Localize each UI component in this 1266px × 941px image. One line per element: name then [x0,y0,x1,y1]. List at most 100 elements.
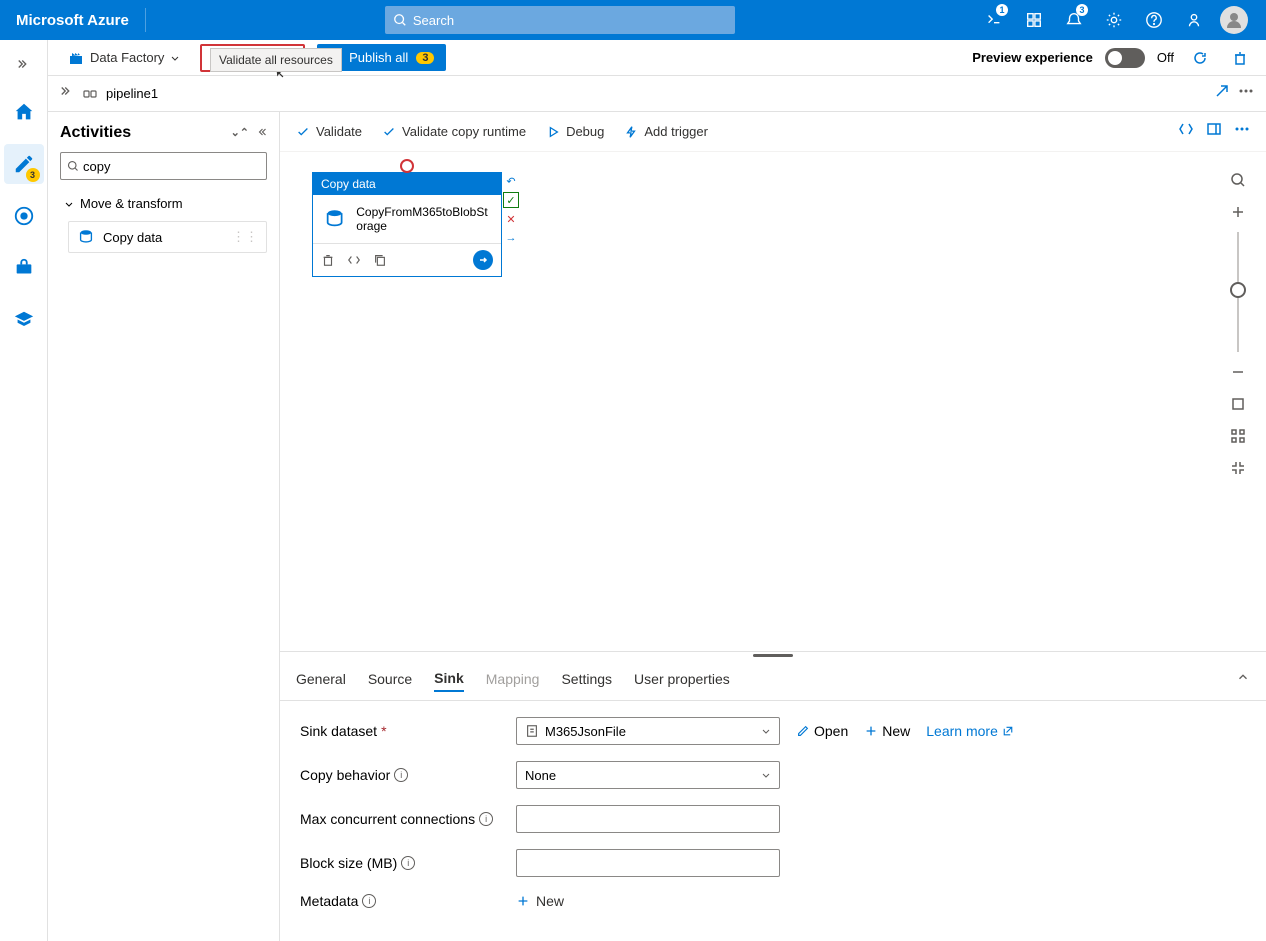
debug-button[interactable]: Debug [546,124,604,139]
block-size-label: Block size (MB) [300,855,397,871]
activity-group-move-transform[interactable]: Move & transform [60,190,267,217]
canvas-search-icon[interactable] [1222,164,1254,196]
breadcrumb-expand-icon[interactable] [60,84,74,103]
global-search-input[interactable]: Search [385,6,735,34]
node-top-connector[interactable] [400,159,414,173]
account-avatar[interactable] [1214,0,1254,40]
feedback-icon[interactable] [1174,0,1214,40]
clone-icon[interactable] [373,253,387,267]
tab-settings[interactable]: Settings [561,667,612,691]
tab-mapping[interactable]: Mapping [486,667,540,691]
rail-learn[interactable] [4,300,44,340]
publish-badge: 3 [416,52,434,64]
settings-icon[interactable] [1094,0,1134,40]
code-icon[interactable] [347,253,361,267]
metadata-label: Metadata [300,893,358,909]
resource-switcher[interactable]: Data Factory [60,46,188,70]
expand-all-icon[interactable]: ⌄⌃ [231,126,249,141]
zoom-in-icon[interactable] [1222,196,1254,228]
sink-dataset-label: Sink dataset [300,723,377,739]
minimize-icon[interactable] [1222,452,1254,484]
node-output-connector[interactable] [473,250,493,270]
info-icon[interactable]: i [401,856,415,870]
brand-label: Microsoft Azure [0,12,145,29]
chevron-down-icon [761,770,771,780]
plus-icon [516,894,530,908]
zoom-fit-icon[interactable] [1222,388,1254,420]
activity-node-copy[interactable]: Copy data CopyFromM365toBlobStorage [312,172,502,277]
node-success-icon: ✓ [503,192,519,208]
activities-search-input[interactable] [60,152,267,180]
add-trigger-button[interactable]: Add trigger [624,124,708,139]
search-icon [393,13,407,27]
layout-icon[interactable] [1222,420,1254,452]
learn-more-link[interactable]: Learn more [926,723,1014,739]
discard-button[interactable] [1226,44,1254,72]
search-placeholder: Search [413,13,454,28]
metadata-new-button[interactable]: New [516,893,564,909]
zoom-slider[interactable] [1237,232,1239,352]
factory-icon [68,50,84,66]
info-icon[interactable]: i [362,894,376,908]
chevron-down-icon [170,53,180,63]
validate-all-tooltip: Validate all resources [210,48,342,72]
activity-copy-data[interactable]: Copy data ⋮⋮ [68,221,267,253]
plus-icon [864,724,878,738]
more-icon[interactable] [1238,83,1254,104]
activities-title: Activities [60,124,131,142]
fullscreen-icon[interactable] [1214,83,1230,104]
rail-monitor[interactable] [4,196,44,236]
block-size-input[interactable] [516,849,780,877]
badge: 3 [1076,4,1088,16]
collapse-panel-icon[interactable] [255,126,267,141]
cloud-shell-icon[interactable]: 1 [974,0,1014,40]
copy-behavior-label: Copy behavior [300,767,390,783]
preview-state: Off [1157,50,1174,65]
more-icon[interactable] [1234,121,1250,142]
node-header: Copy data [313,173,501,195]
code-icon[interactable] [1178,121,1194,142]
edit-icon [796,724,810,738]
tab-general[interactable]: General [296,667,346,691]
validate-button[interactable]: Validate [296,124,362,139]
delete-icon[interactable] [321,253,335,267]
rail-expand-icon[interactable] [8,48,40,80]
properties-icon[interactable] [1206,121,1222,142]
external-link-icon [1002,725,1014,737]
drag-handle-icon: ⋮⋮ [232,229,258,245]
copy-data-icon [77,228,95,246]
open-dataset-button[interactable]: Open [796,723,848,739]
refresh-button[interactable] [1186,44,1214,72]
rail-badge: 3 [26,168,40,182]
sink-dataset-select[interactable]: M365JsonFile [516,717,780,745]
rail-manage[interactable] [4,248,44,288]
directories-icon[interactable] [1014,0,1054,40]
node-name: CopyFromM365toBlobStorage [356,205,491,233]
max-connections-input[interactable] [516,805,780,833]
preview-toggle[interactable] [1105,48,1145,68]
search-icon [67,160,79,172]
info-icon[interactable]: i [394,768,408,782]
notifications-icon[interactable]: 3 [1054,0,1094,40]
zoom-out-icon[interactable] [1222,356,1254,388]
tab-sink[interactable]: Sink [434,666,464,692]
new-dataset-button[interactable]: New [864,723,910,739]
copy-behavior-select[interactable]: None [516,761,780,789]
pipeline-name: pipeline1 [106,86,158,101]
info-icon[interactable]: i [479,812,493,826]
chevron-down-icon [761,726,771,736]
chevron-down-icon [64,199,74,209]
help-icon[interactable] [1134,0,1174,40]
collapse-panel-icon[interactable] [1236,670,1250,689]
node-error-icon: ✕ [503,211,519,227]
validate-runtime-button[interactable]: Validate copy runtime [382,124,526,139]
node-skip-icon[interactable]: → [503,230,519,246]
pipeline-icon [82,86,98,102]
rail-author[interactable]: 3 [4,144,44,184]
required-indicator: * [381,723,386,739]
max-connections-label: Max concurrent connections [300,811,475,827]
tab-source[interactable]: Source [368,667,412,691]
node-undo-icon[interactable]: ↶ [503,173,519,189]
rail-home[interactable] [4,92,44,132]
tab-user-properties[interactable]: User properties [634,667,730,691]
